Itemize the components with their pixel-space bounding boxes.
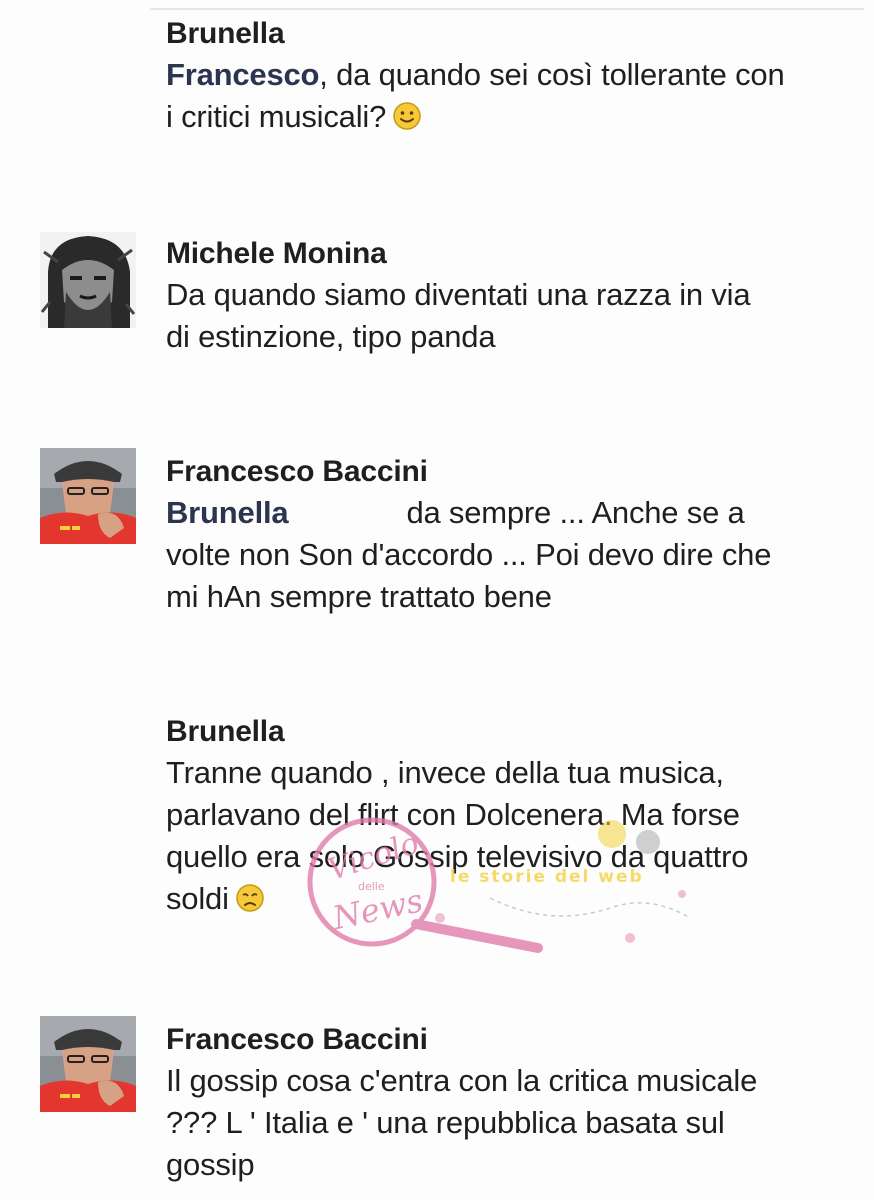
comment-author[interactable]: Francesco Baccini xyxy=(166,1020,846,1060)
avatar-photo-icon xyxy=(40,448,136,544)
comment-bubble: Michele Monina Da quando siamo diventati… xyxy=(166,234,846,358)
avatar[interactable] xyxy=(40,232,136,328)
comment-line: Il gossip cosa c'entra con la critica mu… xyxy=(166,1063,758,1098)
comment-line: ??? L ' Italia e ' una repubblica basata… xyxy=(166,1105,725,1140)
mention-link[interactable]: Francesco xyxy=(166,57,319,92)
comment-line: Francesco, da quando sei così tollerante… xyxy=(166,57,785,92)
avatar[interactable] xyxy=(40,1016,136,1112)
thread-top-divider xyxy=(150,8,864,10)
comment-author[interactable]: Francesco Baccini xyxy=(166,452,846,492)
comment-line: Da quando siamo diventati una razza in v… xyxy=(166,277,751,312)
avatar[interactable] xyxy=(40,448,136,544)
comment-line: mi hAn sempre trattato bene xyxy=(166,579,552,614)
avatar-photo-icon xyxy=(40,1016,136,1112)
smile-emoji-icon xyxy=(393,102,421,130)
comment-line: gossip xyxy=(166,1147,255,1182)
comment-line: volte non Son d'accordo ... Poi devo dir… xyxy=(166,537,772,572)
comment-bubble: Brunella Tranne quando , invece della tu… xyxy=(166,712,846,920)
comment-bubble: Brunella Francesco, da quando sei così t… xyxy=(166,14,846,138)
comment-bubble: Francesco Baccini Il gossip cosa c'entra… xyxy=(166,1020,846,1186)
mention-link[interactable]: Brunella xyxy=(166,495,289,530)
comment-line: Tranne quando , invece della tua musica, xyxy=(166,755,724,790)
avatar-photo-icon xyxy=(40,232,136,328)
comment-line: di estinzione, tipo panda xyxy=(166,319,496,354)
comment-author[interactable]: Brunella xyxy=(166,712,846,752)
comment-line: soldi xyxy=(166,878,846,920)
comment-author[interactable]: Michele Monina xyxy=(166,234,846,274)
comment-line: parlavano del flirt con Dolcenera. Ma fo… xyxy=(166,797,740,832)
comment-line: Brunella da sempre ... Anche se a xyxy=(166,495,745,530)
comment-line: i critici musicali? xyxy=(166,96,846,138)
sad-emoji-icon xyxy=(236,884,264,912)
comment-author[interactable]: Brunella xyxy=(166,14,846,54)
comment-line: quello era solo Gossip televisivo da qua… xyxy=(166,839,749,874)
comment-bubble: Francesco Baccini Brunella da sempre ... … xyxy=(166,452,846,618)
